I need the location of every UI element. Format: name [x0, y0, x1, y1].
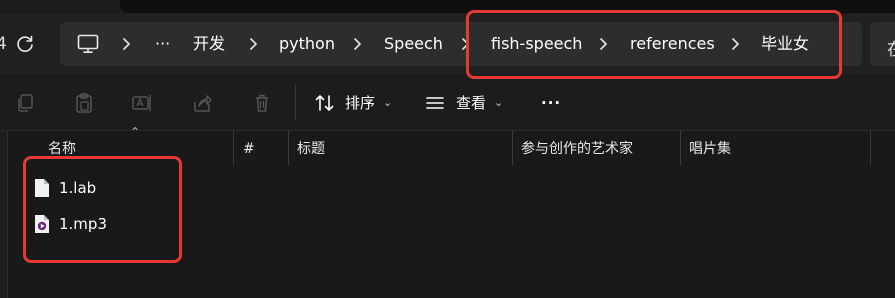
rename-icon[interactable]: [131, 92, 153, 114]
navigation-pane-edge: [0, 131, 8, 298]
search-placeholder-partial: 在: [887, 35, 895, 60]
breadcrumb-overflow[interactable]: ···: [155, 22, 170, 66]
column-divider[interactable]: [233, 131, 234, 165]
sort-icon[interactable]: [314, 92, 336, 114]
column-header-contributing-artists[interactable]: 参与创作的艺术家: [521, 131, 633, 165]
sort-ascending-icon: ⌃: [130, 125, 141, 139]
annotation-highlight-files: [23, 156, 182, 263]
column-divider[interactable]: [512, 131, 513, 165]
copy-icon[interactable]: [14, 92, 36, 114]
breadcrumb-speech[interactable]: Speech: [384, 22, 443, 66]
column-divider[interactable]: [288, 131, 289, 165]
column-header-number[interactable]: #: [243, 131, 255, 165]
more-options-button[interactable]: ···: [541, 92, 561, 114]
paste-icon[interactable]: [73, 92, 95, 114]
this-pc-icon[interactable]: [77, 34, 99, 54]
view-icon[interactable]: [424, 92, 446, 114]
column-header-album[interactable]: 唱片集: [689, 131, 731, 165]
column-header-title[interactable]: 标题: [297, 131, 325, 165]
view-button[interactable]: 查看: [456, 92, 486, 114]
column-divider[interactable]: [870, 131, 871, 165]
refresh-icon[interactable]: [14, 33, 36, 55]
column-divider[interactable]: [680, 131, 681, 165]
forward-button-partial[interactable]: 4: [0, 34, 7, 54]
share-icon[interactable]: [191, 92, 213, 114]
chevron-right-icon[interactable]: [121, 37, 131, 51]
breadcrumb-python[interactable]: python: [279, 22, 335, 66]
chevron-right-icon[interactable]: [248, 37, 258, 51]
breadcrumb-kaifa[interactable]: 开发: [193, 22, 225, 66]
chevron-down-icon[interactable]: ⌄: [494, 94, 503, 112]
delete-icon[interactable]: [251, 92, 273, 114]
toolbar-divider: [295, 85, 296, 121]
chevron-right-icon[interactable]: [352, 37, 362, 51]
annotation-highlight-path: [466, 10, 842, 79]
command-bar: 排序 ⌄ 查看 ⌄ ···: [0, 74, 895, 131]
sort-button[interactable]: 排序: [345, 92, 375, 114]
chevron-down-icon[interactable]: ⌄: [383, 94, 392, 112]
